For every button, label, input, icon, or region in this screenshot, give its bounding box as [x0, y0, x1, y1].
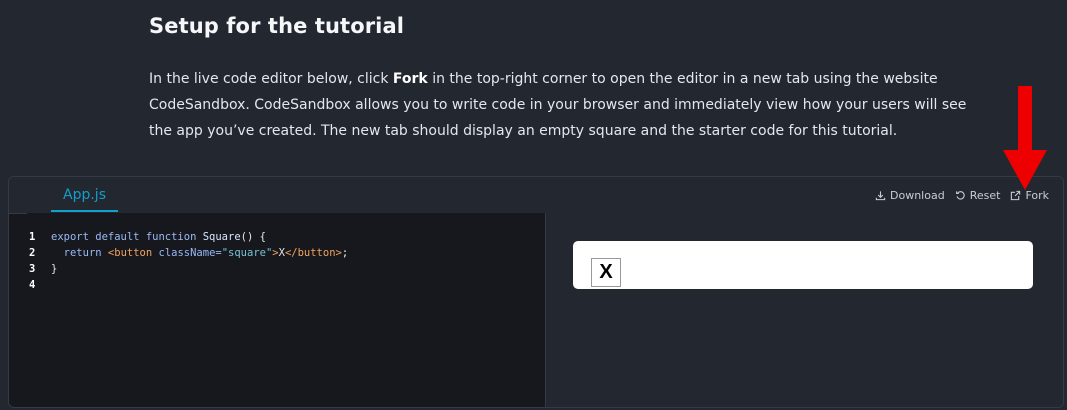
code-punctuation: }: [51, 263, 58, 275]
code-tag: </button>: [284, 247, 342, 259]
code-line: 3}: [27, 261, 57, 277]
line-number: 2: [29, 247, 36, 259]
sandbox-toolbar: App.js Download Reset Fork: [9, 177, 1063, 214]
code-function-name: Square: [202, 231, 241, 243]
code-line: 2 return <button className="square">X</b…: [27, 245, 348, 261]
line-number: 3: [29, 263, 36, 275]
reset-icon: [955, 190, 965, 200]
line-number: 1: [29, 231, 36, 243]
code-attribute: className=: [158, 247, 222, 259]
code-punctuation: () {: [240, 231, 266, 243]
code-keyword: export default function: [51, 231, 203, 243]
intro-text-1: In the live code editor below, click: [149, 71, 393, 87]
fork-label: Fork: [1025, 188, 1049, 202]
intro-fork-emphasis: Fork: [392, 71, 428, 87]
preview-pane: X: [546, 213, 1063, 407]
intro-paragraph: In the live code editor below, click For…: [149, 66, 969, 144]
download-button[interactable]: Download: [875, 189, 945, 202]
red-down-arrow-icon: [1003, 86, 1047, 190]
reset-button[interactable]: Reset: [955, 188, 1001, 202]
line-number: 4: [29, 279, 36, 291]
download-label: Download: [890, 188, 945, 202]
code-tag: <button: [107, 247, 159, 259]
square-button[interactable]: X: [591, 258, 621, 287]
code-punctuation: ;: [341, 247, 349, 259]
code-line: 1 export default function Square() {: [27, 229, 266, 245]
code-keyword: return: [63, 247, 108, 259]
tutorial-page: Setup for the tutorial In the live code …: [0, 0, 1067, 410]
code-line: 4: [27, 277, 51, 293]
fork-button[interactable]: Fork: [1010, 189, 1049, 202]
section-heading: Setup for the tutorial: [149, 14, 405, 38]
code-string: "square": [221, 247, 273, 259]
code-editor[interactable]: 1 export default function Square() { 2 re…: [27, 213, 545, 407]
code-sandbox: App.js Download Reset Fork 1 export defa…: [8, 176, 1064, 408]
reset-label: Reset: [969, 188, 1001, 202]
download-icon: [875, 190, 886, 200]
tab-app-js[interactable]: App.js: [51, 177, 118, 212]
preview-frame: X: [573, 241, 1033, 289]
external-link-icon: [1011, 190, 1021, 200]
